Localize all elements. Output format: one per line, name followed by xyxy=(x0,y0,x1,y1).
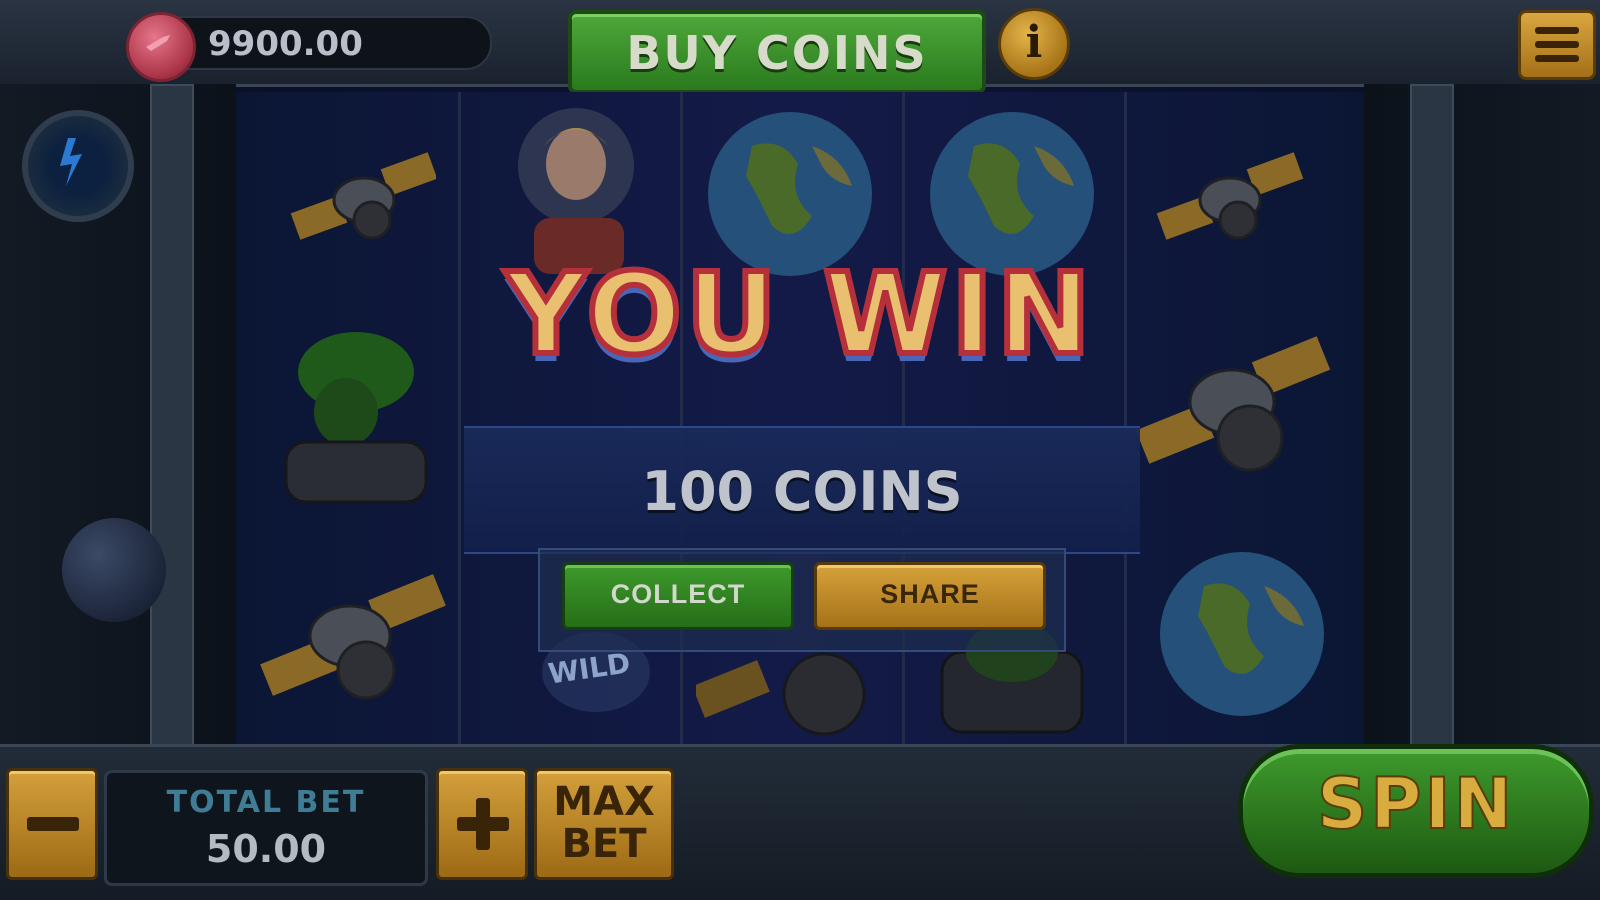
win-title: YOU WIN xyxy=(502,247,1095,383)
lightning-icon xyxy=(60,138,82,186)
max-bet-label: MAX BET xyxy=(553,779,655,867)
spin-label: SPIN xyxy=(1316,762,1516,846)
info-button[interactable]: i xyxy=(998,8,1070,80)
total-bet-display: TOTAL BET 50.00 xyxy=(104,770,428,886)
minus-icon xyxy=(27,817,79,831)
balance-value: 9900.00 xyxy=(208,24,363,64)
menu-icon xyxy=(1535,27,1579,34)
earth-icon xyxy=(1160,552,1324,716)
bonus-lightning-button[interactable] xyxy=(22,110,134,222)
satellite-icon xyxy=(1156,152,1304,240)
increase-bet-button[interactable] xyxy=(436,768,528,880)
satellite-icon xyxy=(1136,336,1331,472)
coin-icon xyxy=(126,12,196,82)
right-frame xyxy=(1364,84,1600,748)
top-bar: 9900.00 BUY COINS i xyxy=(0,0,1600,94)
satellite-icon xyxy=(260,574,446,700)
slot-game-screen: 9900.00 BUY COINS i YOU WIN 100 COINS CO… xyxy=(0,0,1600,900)
spin-button[interactable]: SPIN xyxy=(1238,744,1594,878)
win-amount-panel: 100 COINS xyxy=(464,426,1140,554)
win-amount: 100 COINS xyxy=(641,460,963,523)
collect-button[interactable]: COLLECT xyxy=(562,562,794,630)
collect-label: COLLECT xyxy=(610,579,746,609)
total-bet-value: 50.00 xyxy=(205,827,327,871)
menu-button[interactable] xyxy=(1518,10,1596,80)
buy-coins-label: BUY COINS xyxy=(626,26,928,80)
balance-display: 9900.00 xyxy=(126,12,492,82)
buy-coins-button[interactable]: BUY COINS xyxy=(568,10,986,94)
moon-icon xyxy=(62,518,166,622)
alien-icon xyxy=(284,332,428,504)
share-button[interactable]: SHARE xyxy=(814,562,1046,630)
max-bet-button[interactable]: MAX BET xyxy=(534,768,674,880)
satellite-icon xyxy=(290,152,436,240)
total-bet-label: TOTAL BET xyxy=(166,785,366,820)
share-label: SHARE xyxy=(880,579,980,609)
info-icon: i xyxy=(1025,17,1043,68)
decrease-bet-button[interactable] xyxy=(6,768,98,880)
